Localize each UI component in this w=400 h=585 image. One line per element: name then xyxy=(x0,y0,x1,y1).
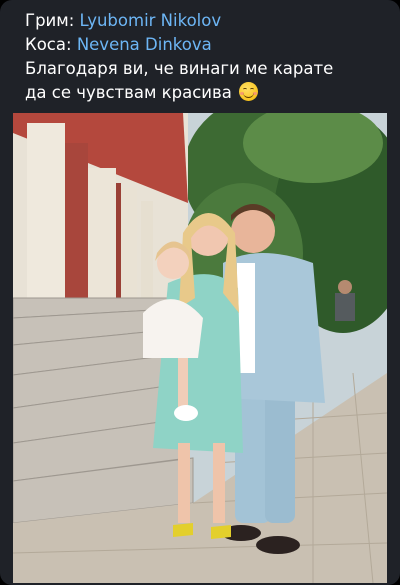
smiling-face-icon xyxy=(239,82,259,101)
makeup-credit-line: Грим: Lyubomir Nikolov xyxy=(25,9,390,33)
hair-credit-line: Коса: Nevena Dinkova xyxy=(25,33,390,57)
hair-label: Коса: xyxy=(25,35,72,54)
caption-text-line-2-text: да се чувствам красива xyxy=(25,83,232,102)
makeup-label: Грим: xyxy=(25,11,75,30)
caption-text-line-1: Благодаря ви, че винаги ме карате xyxy=(25,59,334,78)
post-caption: Грим: Lyubomir Nikolov Коса: Nevena Dink… xyxy=(25,9,390,105)
post-card: Грим: Lyubomir Nikolov Коса: Nevena Dink… xyxy=(0,0,400,585)
post-photo[interactable] xyxy=(13,113,387,583)
caption-text-line-2: да се чувствам красива xyxy=(25,81,390,105)
makeup-artist-link[interactable]: Lyubomir Nikolov xyxy=(80,11,222,30)
photo-illustration xyxy=(13,113,387,583)
hair-artist-link[interactable]: Nevena Dinkova xyxy=(77,35,212,54)
